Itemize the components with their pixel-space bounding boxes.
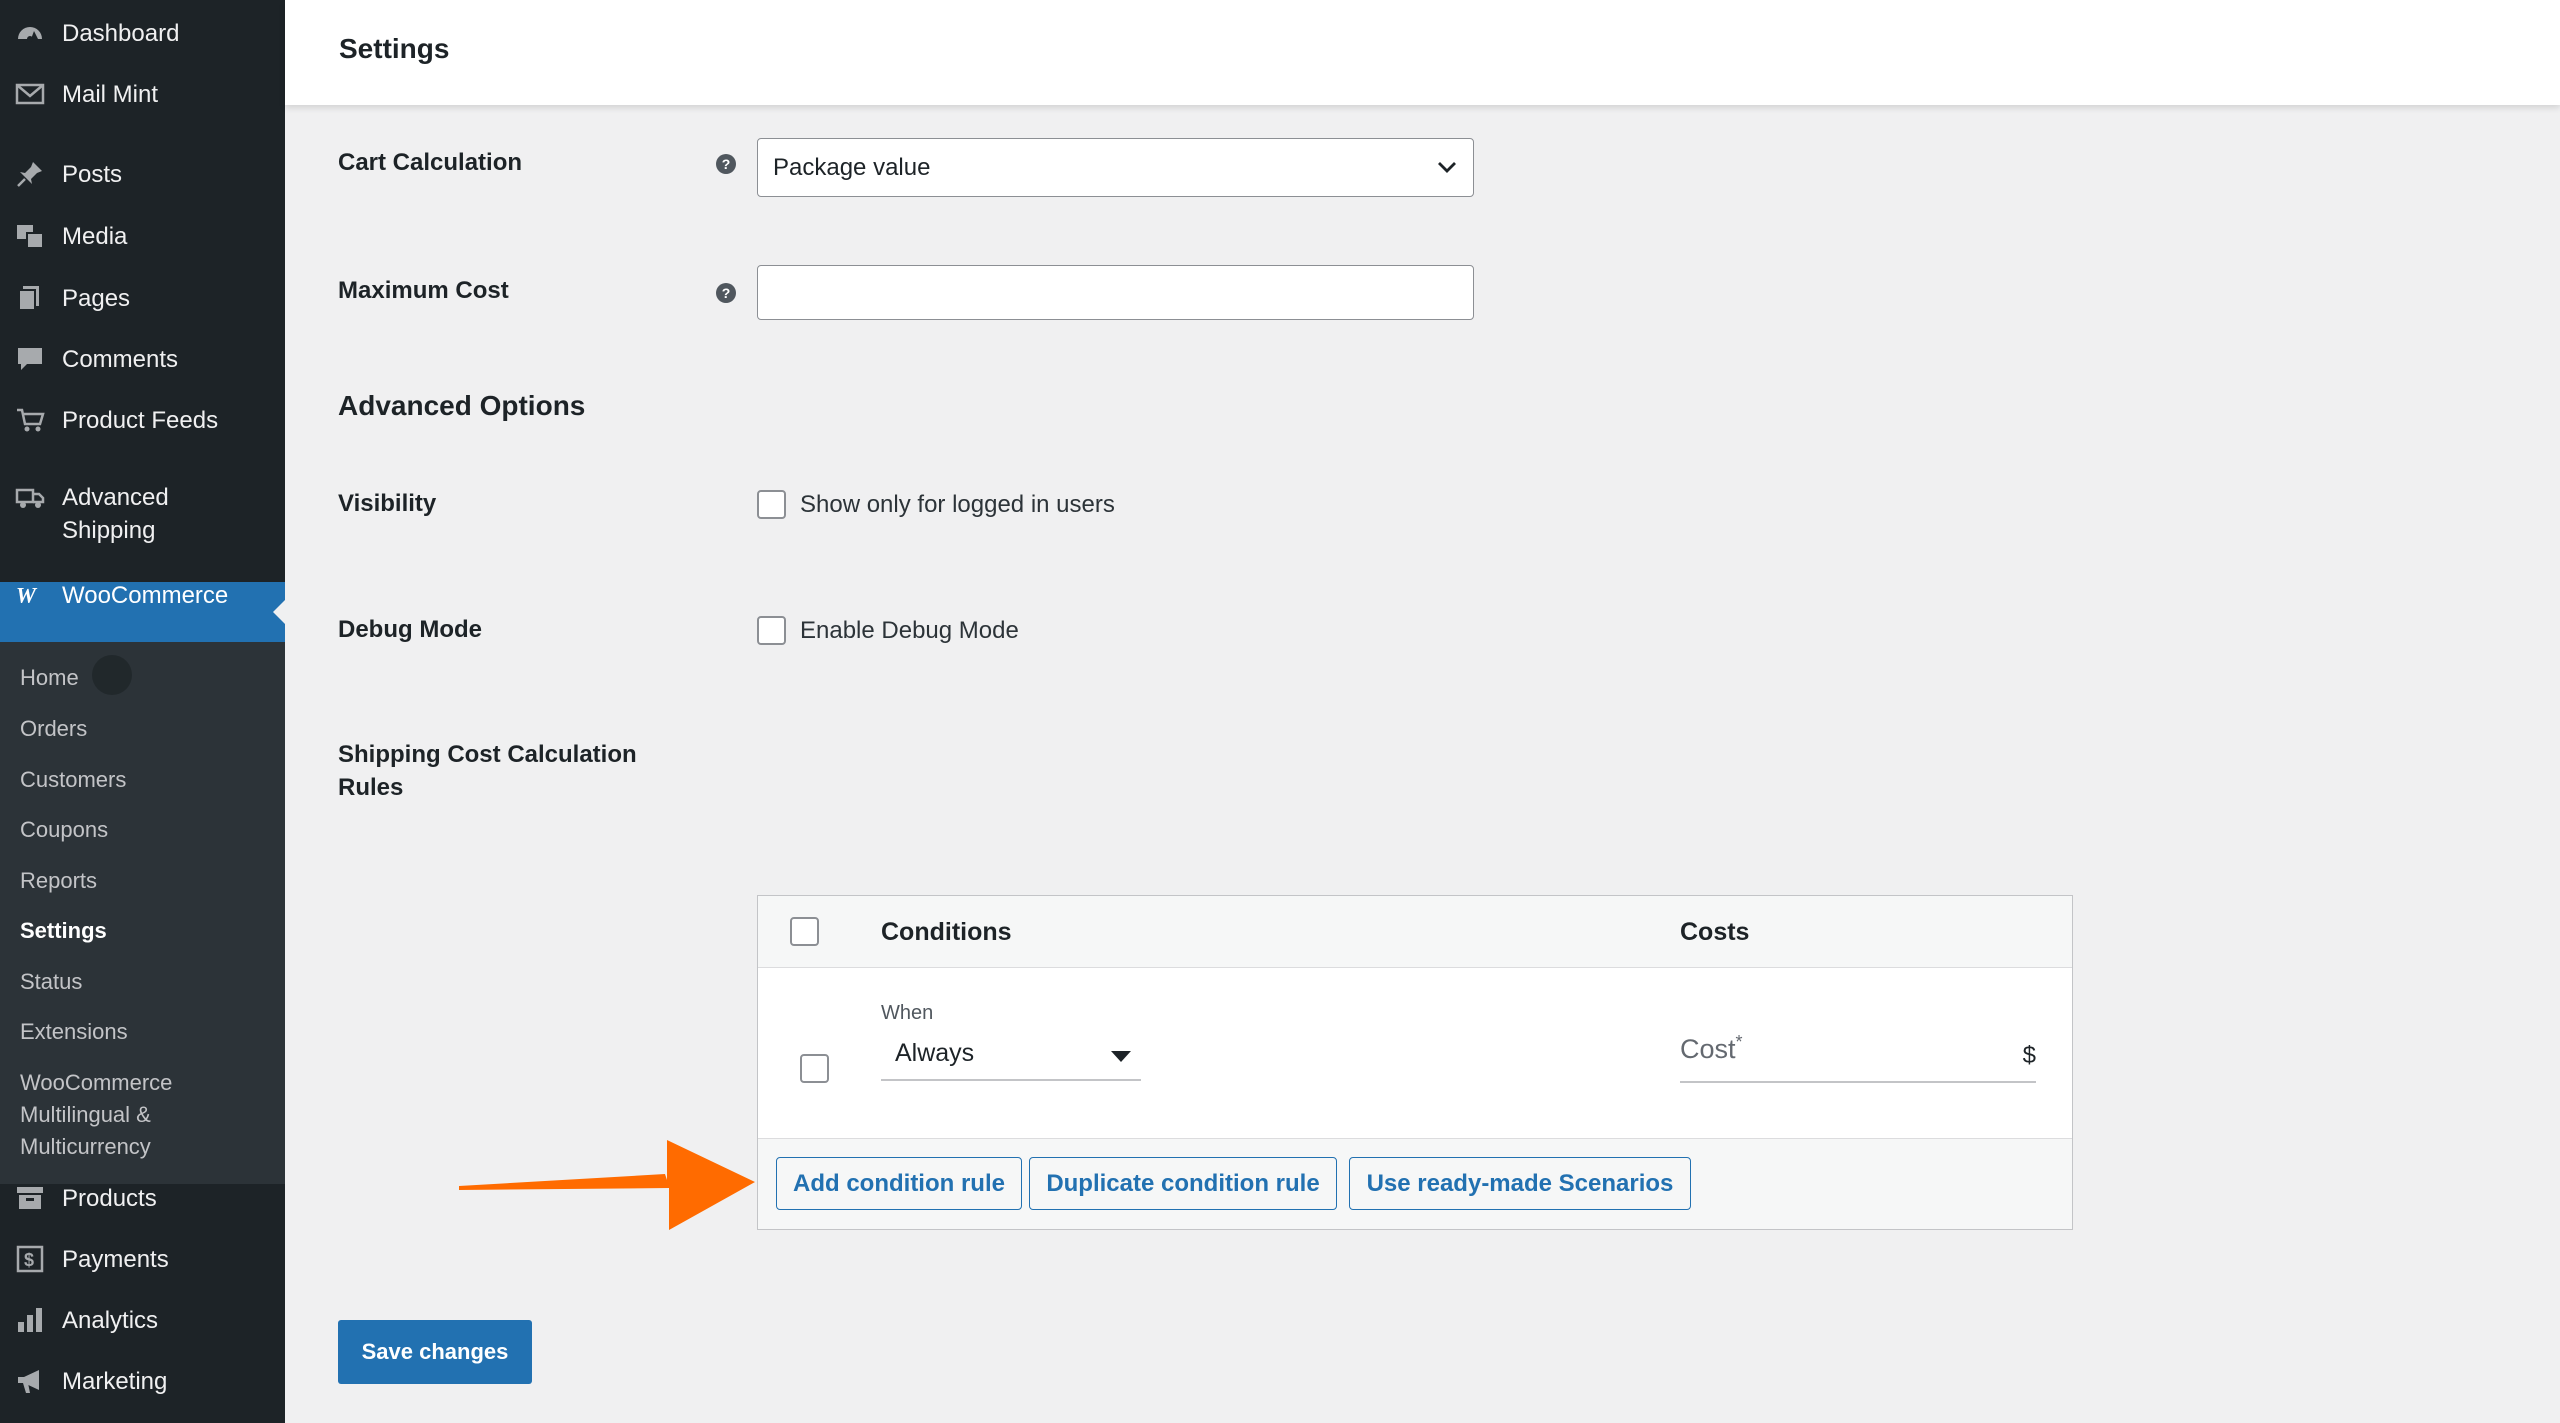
pages-icon: [14, 282, 46, 314]
svg-text:$: $: [24, 1250, 34, 1270]
rules-label-line2: Rules: [338, 774, 404, 801]
submenu-reports[interactable]: Reports: [20, 866, 97, 896]
products-icon: [14, 1182, 46, 1214]
notification-dot-icon: [92, 655, 132, 695]
add-condition-rule-button[interactable]: Add condition rule: [776, 1157, 1022, 1210]
shipping-icon: [14, 481, 46, 513]
help-icon[interactable]: ?: [716, 283, 736, 303]
mail-icon: [14, 78, 46, 110]
menu-label: Pages: [62, 284, 131, 312]
submenu-status[interactable]: Status: [20, 967, 82, 997]
analytics-icon: [14, 1304, 46, 1336]
page-title: Settings: [339, 33, 450, 64]
submenu-home[interactable]: Home: [20, 663, 79, 693]
maximum-cost-input[interactable]: [757, 265, 1474, 320]
cart-calculation-select[interactable]: Package value: [757, 138, 1474, 197]
debug-mode-checkbox-label: Enable Debug Mode: [800, 617, 1019, 644]
menu-label: Product Feeds: [62, 406, 219, 434]
condition-select[interactable]: Always: [881, 1031, 1141, 1081]
menu-label: Advanced: [62, 484, 169, 511]
submenu-orders[interactable]: Orders: [20, 714, 87, 744]
select-all-checkbox[interactable]: [790, 917, 819, 946]
submenu-multilingual-line2[interactable]: Multilingual &: [20, 1100, 151, 1130]
admin-sidebar: Dashboard Mail Mint Posts Media Pages Co…: [0, 0, 285, 1423]
when-label: When: [881, 1002, 934, 1024]
menu-label: Dashboard: [62, 19, 180, 47]
cart-calculation-value: Package value: [773, 153, 931, 181]
menu-label: Mail Mint: [62, 80, 159, 108]
payments-icon: $: [14, 1243, 46, 1275]
media-icon: [14, 220, 46, 252]
submenu-multilingual-line1[interactable]: WooCommerce: [20, 1068, 172, 1098]
required-mark: *: [1735, 1032, 1743, 1052]
menu-label: Marketing: [62, 1367, 168, 1395]
page-header: Settings: [285, 0, 2560, 105]
rules-table-header: Conditions Costs: [758, 896, 2072, 968]
advanced-options-heading: Advanced Options: [338, 390, 586, 421]
use-scenarios-button[interactable]: Use ready-made Scenarios: [1349, 1157, 1691, 1210]
cart-calculation-label: Cart Calculation: [338, 149, 523, 176]
submenu-extensions[interactable]: Extensions: [20, 1017, 128, 1047]
condition-value: Always: [895, 1039, 975, 1067]
woocommerce-icon: W: [14, 579, 46, 611]
duplicate-condition-rule-button[interactable]: Duplicate condition rule: [1029, 1157, 1337, 1210]
debug-mode-label: Debug Mode: [338, 616, 482, 643]
cost-placeholder: Cost*: [1680, 1032, 1743, 1064]
chevron-down-icon: [1435, 155, 1459, 186]
pin-icon: [14, 158, 46, 190]
menu-label: Payments: [62, 1245, 169, 1273]
rules-table-footer: Add condition rule Duplicate condition r…: [758, 1138, 2072, 1229]
menu-label: WooCommerce: [62, 581, 229, 609]
maximum-cost-label: Maximum Cost: [338, 277, 509, 304]
logged-in-users-label: Show only for logged in users: [800, 491, 1115, 518]
submenu-multilingual-line3[interactable]: Multicurrency: [20, 1132, 151, 1162]
menu-label: Products: [62, 1184, 157, 1212]
comment-icon: [14, 343, 46, 375]
logged-in-users-checkbox[interactable]: [757, 490, 786, 519]
help-icon[interactable]: ?: [716, 154, 736, 174]
debug-mode-checkbox[interactable]: [757, 616, 786, 645]
visibility-label: Visibility: [338, 490, 437, 517]
dashboard-icon: [14, 17, 46, 49]
shipping-rules-table: Conditions Costs When Always Cost* $ Add…: [757, 895, 2073, 1230]
caret-down-icon: [1111, 1051, 1131, 1062]
menu-label: Analytics: [62, 1306, 159, 1334]
cost-input[interactable]: Cost* $: [1680, 1018, 2036, 1083]
costs-header: Costs: [1680, 918, 1750, 946]
conditions-header: Conditions: [881, 918, 1012, 946]
menu-label: Posts: [62, 160, 123, 188]
submenu-customers[interactable]: Customers: [20, 765, 126, 795]
rules-label-line1: Shipping Cost Calculation: [338, 741, 637, 768]
submenu-coupons[interactable]: Coupons: [20, 815, 108, 845]
svg-text:W: W: [16, 583, 38, 607]
currency-symbol: $: [2022, 1042, 2036, 1069]
submenu-settings[interactable]: Settings: [20, 916, 107, 946]
rule-row-checkbox[interactable]: [800, 1054, 829, 1083]
menu-label-line2: Shipping: [62, 517, 156, 544]
cart-icon: [14, 404, 46, 436]
orange-arrow-icon: [459, 1140, 755, 1230]
menu-label: Comments: [62, 345, 179, 373]
menu-label: Media: [62, 222, 128, 250]
megaphone-icon: [14, 1365, 46, 1397]
save-changes-button[interactable]: Save changes: [338, 1320, 532, 1384]
